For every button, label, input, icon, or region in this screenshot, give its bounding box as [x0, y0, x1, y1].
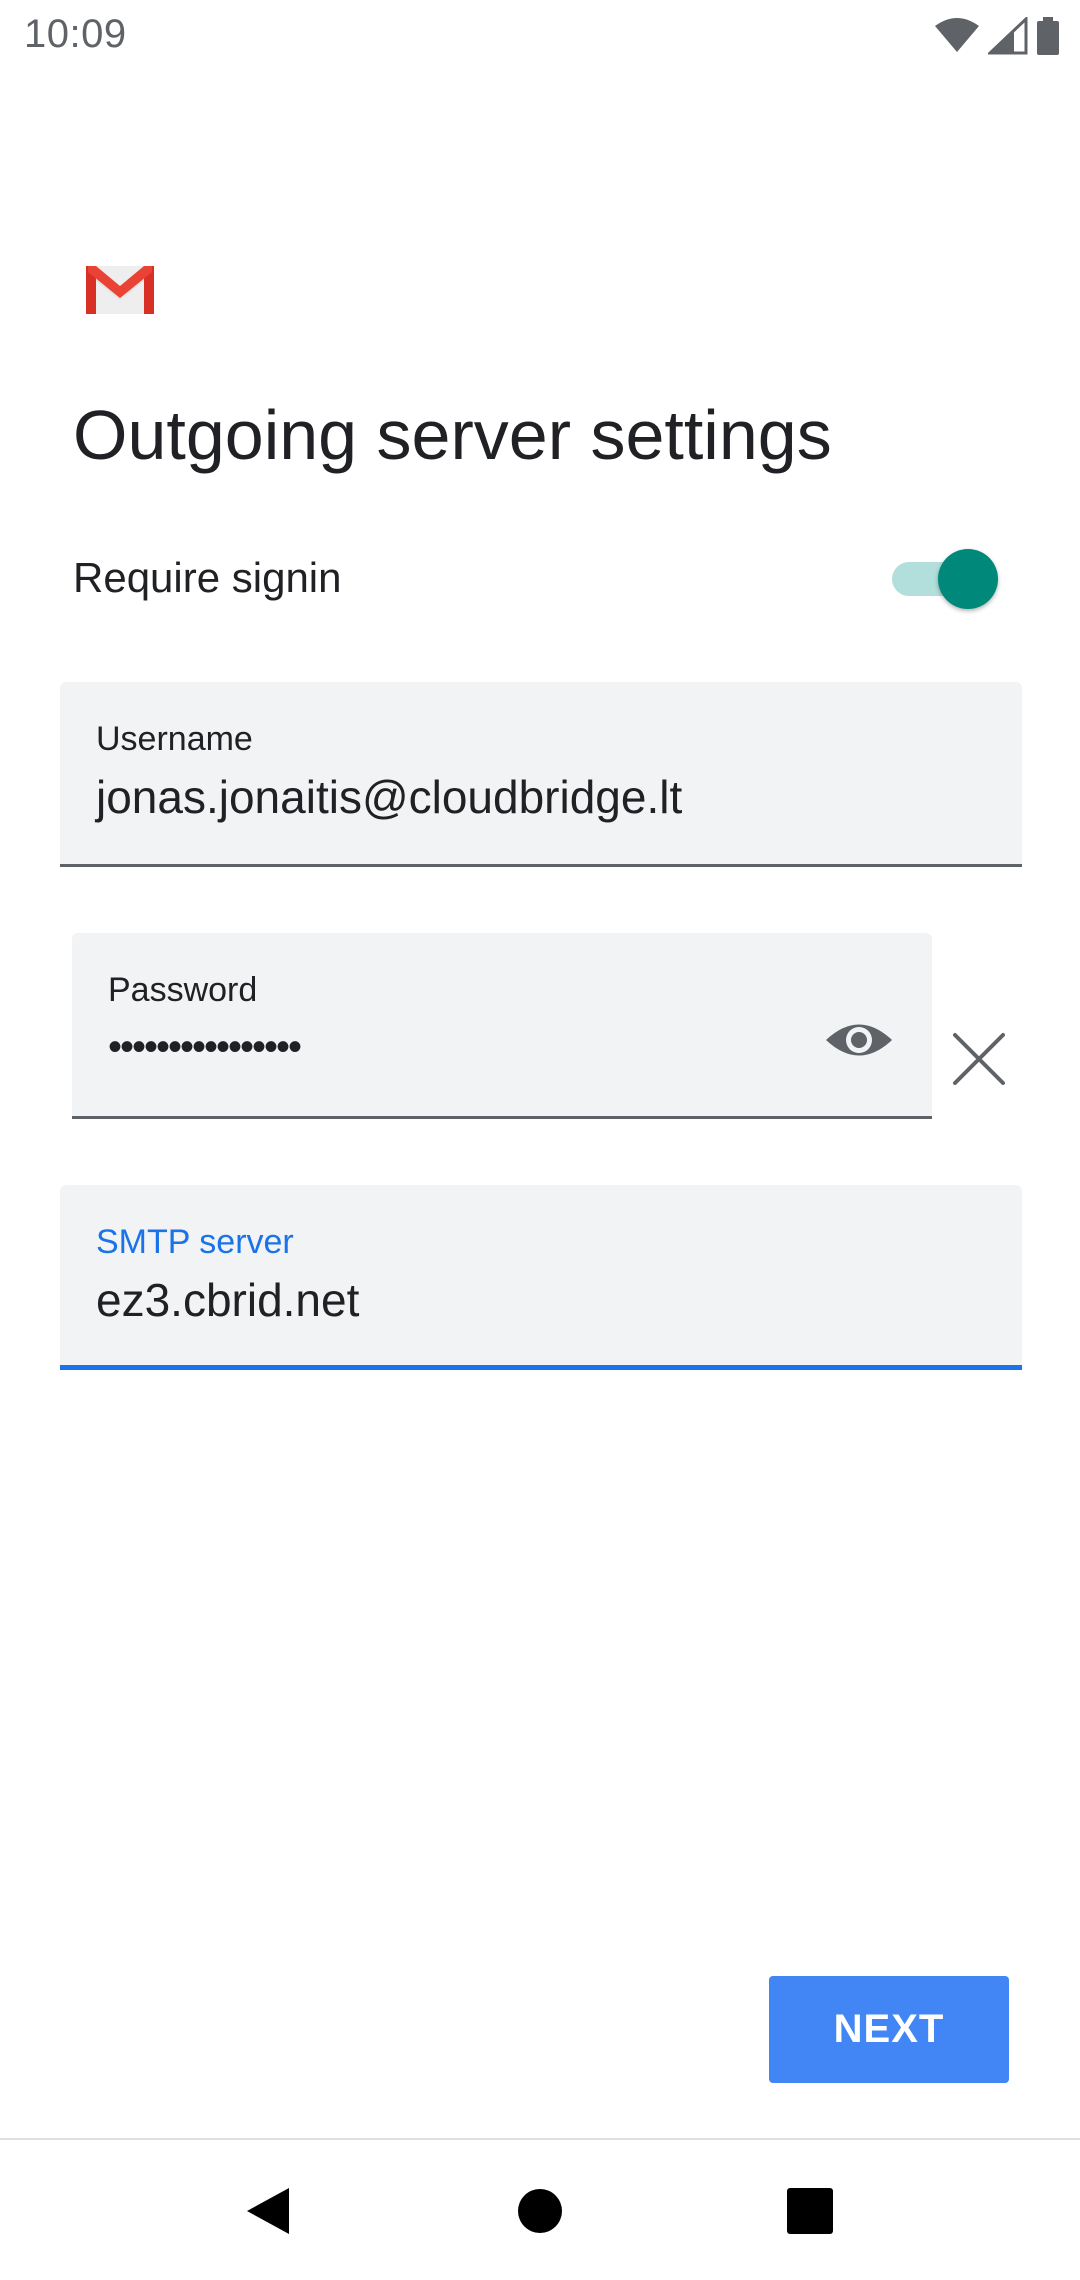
wifi-icon: [935, 18, 979, 52]
recents-icon[interactable]: [775, 2176, 845, 2246]
page-title: Outgoing server settings: [73, 396, 832, 474]
navigation-bar: [0, 2140, 1080, 2280]
gmail-logo: [86, 266, 154, 314]
require-signin-toggle[interactable]: [892, 546, 998, 609]
status-time: 10:09: [24, 12, 127, 56]
password-field[interactable]: Password ••••••••••••••••: [72, 933, 932, 1119]
back-icon[interactable]: [233, 2176, 303, 2246]
home-icon[interactable]: [505, 2176, 575, 2246]
next-button[interactable]: NEXT: [769, 1976, 1009, 2083]
eye-icon[interactable]: [824, 1005, 894, 1075]
smtp-server-value[interactable]: ez3.cbrid.net: [96, 1273, 359, 1327]
status-icons: [934, 16, 1060, 56]
username-value[interactable]: jonas.jonaitis@cloudbridge.lt: [96, 770, 682, 824]
require-signin-label: Require signin: [73, 554, 342, 601]
close-icon[interactable]: [950, 1030, 1008, 1088]
status-bar: 10:09: [0, 0, 1080, 72]
username-field[interactable]: Username jonas.jonaitis@cloudbridge.lt: [60, 682, 1022, 867]
battery-icon: [1037, 17, 1059, 55]
toggle-thumb: [938, 549, 998, 609]
cell-signal-icon: [988, 17, 1028, 55]
require-signin-row[interactable]: Require signin: [73, 540, 1013, 614]
smtp-server-field[interactable]: SMTP server ez3.cbrid.net: [60, 1185, 1022, 1370]
smtp-server-label: SMTP server: [96, 1223, 294, 1261]
password-value[interactable]: ••••••••••••••••: [108, 1025, 302, 1070]
password-label: Password: [108, 971, 258, 1009]
username-label: Username: [96, 720, 253, 758]
